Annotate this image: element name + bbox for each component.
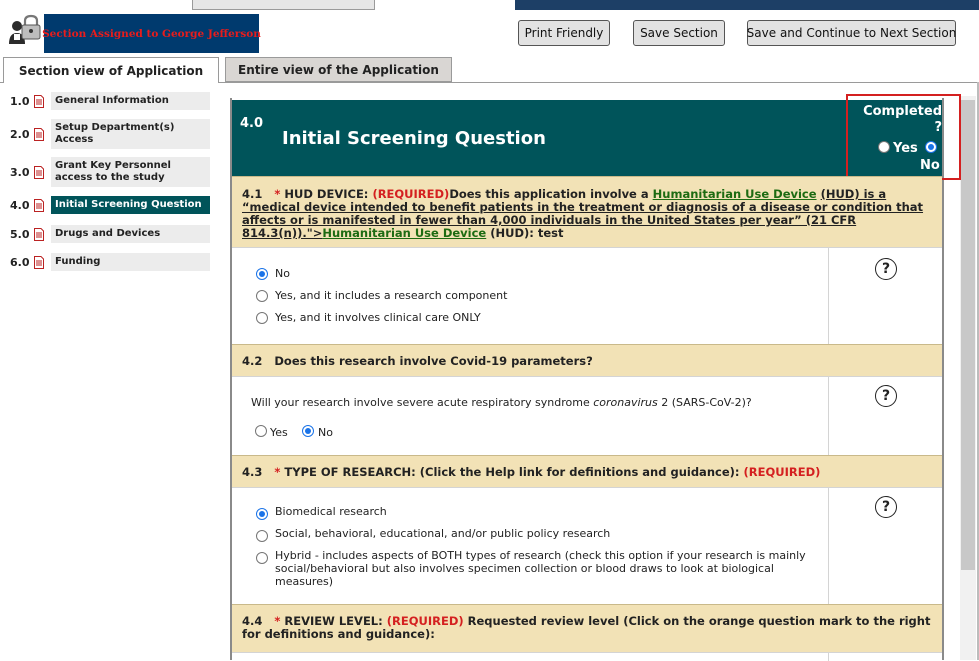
hud-link[interactable]: Humanitarian Use Device [653, 187, 817, 201]
question-4-3-body: Biomedical research Social, behavioral, … [232, 487, 942, 605]
question-4-1-body: No Yes, and it includes a research compo… [232, 247, 942, 345]
covid-no-radio[interactable] [302, 425, 314, 437]
hybrid-radio[interactable] [256, 552, 268, 564]
sidebar-item-label: Funding [51, 253, 210, 271]
required-marker: (REQUIRED) [743, 465, 821, 479]
sidebar-item-number: 5.0 [10, 227, 30, 241]
completed-no-radio[interactable] [925, 141, 937, 153]
required-marker: (REQUIRED) [372, 187, 450, 201]
completed-label: Completed ? [863, 104, 942, 135]
sidebar-item-setup-department-access[interactable]: 2.0 Setup Department(s) Access [10, 119, 210, 149]
tab-section-view[interactable]: Section view of Application [3, 57, 219, 83]
help-question-icon[interactable]: ? [875, 496, 897, 518]
question-4-1-text: 4.1 * HUD DEVICE: (REQUIRED)Does this ap… [242, 188, 932, 240]
question-4-2-body: Will your research involve severe acute … [232, 376, 942, 456]
biomedical-radio[interactable] [256, 508, 268, 520]
sidebar-item-general-information[interactable]: 1.0 General Information [10, 92, 210, 110]
sidebar-item-initial-screening[interactable]: 4.0 Initial Screening Question [10, 196, 210, 214]
save-continue-button[interactable]: Save and Continue to Next Section [747, 20, 956, 46]
hud-no-radio[interactable] [256, 268, 268, 280]
document-icon [34, 165, 44, 179]
type-option-biomedical: Biomedical research [275, 505, 387, 518]
document-icon [34, 198, 44, 212]
question-text: Does this research involve Covid-19 para… [274, 354, 593, 368]
question-4-1-header: 4.1 * HUD DEVICE: (REQUIRED)Does this ap… [232, 176, 942, 247]
completed-no-label: No [920, 158, 940, 173]
print-friendly-button[interactable]: Print Friendly [518, 20, 610, 46]
covid-prompt-italic: coronavirus [593, 396, 658, 409]
covid-yes-radio[interactable] [255, 425, 267, 437]
question-number: 4.1 [242, 187, 263, 201]
required-marker: (REQUIRED) [386, 614, 464, 628]
question-text-c: (HUD): test [490, 226, 564, 240]
question-number: 4.3 [242, 465, 263, 479]
document-icon [34, 127, 44, 141]
help-divider [828, 377, 829, 456]
social-radio[interactable] [256, 530, 268, 542]
question-text-a: Does this application involve a [449, 187, 649, 201]
section-number: 4.0 [240, 116, 264, 131]
scrollbar-thumb[interactable] [961, 100, 975, 570]
question-text: TYPE OF RESEARCH: (Click the Help link f… [284, 465, 740, 479]
question-4-4-text: 4.4 * REVIEW LEVEL: (REQUIRED) Requested… [242, 615, 932, 641]
sidebar-item-number: 2.0 [10, 127, 30, 141]
hud-option-research: Yes, and it includes a research componen… [275, 289, 508, 302]
question-4-4-body [232, 652, 942, 661]
top-tab-stub [192, 0, 375, 10]
save-section-button[interactable]: Save Section [633, 20, 725, 46]
question-number: 4.4 [242, 614, 263, 628]
sidebar-item-number: 4.0 [10, 198, 30, 212]
hud-research-radio[interactable] [256, 290, 268, 302]
covid-no-label: No [318, 426, 333, 439]
question-4-4-header: 4.4 * REVIEW LEVEL: (REQUIRED) Requested… [232, 604, 942, 652]
hud-option-clinical: Yes, and it involves clinical care ONLY [275, 311, 481, 324]
sidebar-item-label: Initial Screening Question [51, 196, 210, 214]
question-lead: REVIEW LEVEL: [284, 614, 383, 628]
hud-clinical-radio[interactable] [256, 312, 268, 324]
help-divider [828, 488, 829, 605]
question-4-3-header: 4.3 * TYPE OF RESEARCH: (Click the Help … [232, 455, 942, 487]
top-header-bar [515, 0, 979, 10]
sidebar-item-number: 3.0 [10, 165, 30, 179]
completed-yes-radio[interactable] [878, 141, 890, 153]
covid-prompt: Will your research involve severe acute … [251, 396, 752, 409]
assignment-banner: Section Assigned to George Jefferson [42, 14, 261, 53]
help-question-icon[interactable]: ? [875, 385, 897, 407]
section-title: Initial Screening Question [282, 128, 546, 149]
question-number: 4.2 [242, 354, 263, 368]
sidebar-item-number: 6.0 [10, 255, 30, 269]
document-icon [34, 255, 44, 269]
type-option-hybrid: Hybrid - includes aspects of BOTH types … [275, 549, 806, 588]
sidebar-item-label: Grant Key Personnel access to the study [51, 157, 210, 187]
sidebar-item-funding[interactable]: 6.0 Funding [10, 253, 210, 271]
required-star: * [274, 187, 281, 201]
help-divider [828, 248, 829, 345]
document-icon [34, 227, 44, 241]
covid-yes-label: Yes [270, 426, 288, 439]
help-question-icon[interactable]: ? [875, 258, 897, 280]
document-icon [34, 94, 44, 108]
question-4-3-text: 4.3 * TYPE OF RESEARCH: (Click the Help … [242, 466, 932, 479]
sidebar-item-label: Setup Department(s) Access [51, 119, 210, 149]
covid-prompt-b: 2 (SARS-CoV-2)? [661, 396, 752, 409]
sidebar-item-label: Drugs and Devices [51, 225, 210, 243]
sidebar-item-grant-key-personnel[interactable]: 3.0 Grant Key Personnel access to the st… [10, 157, 210, 187]
required-star: * [274, 614, 281, 628]
sidebar-item-number: 1.0 [10, 94, 30, 108]
question-4-2-text: 4.2 Does this research involve Covid-19 … [242, 355, 932, 368]
lock-user-icon [9, 14, 41, 44]
hud-option-no: No [275, 267, 290, 280]
sidebar-item-drugs-devices[interactable]: 5.0 Drugs and Devices [10, 225, 210, 243]
required-star: * [274, 465, 281, 479]
question-4-2-header: 4.2 Does this research involve Covid-19 … [232, 344, 942, 376]
type-option-social: Social, behavioral, educational, and/or … [275, 527, 611, 540]
question-lead: HUD DEVICE: [284, 187, 369, 201]
tab-entire-view[interactable]: Entire view of the Application [225, 57, 452, 82]
hud-link-2[interactable]: Humanitarian Use Device [322, 226, 486, 240]
sidebar-item-label: General Information [51, 92, 210, 110]
covid-prompt-a: Will your research involve severe acute … [251, 396, 590, 409]
completed-yes-label: Yes [893, 141, 918, 156]
